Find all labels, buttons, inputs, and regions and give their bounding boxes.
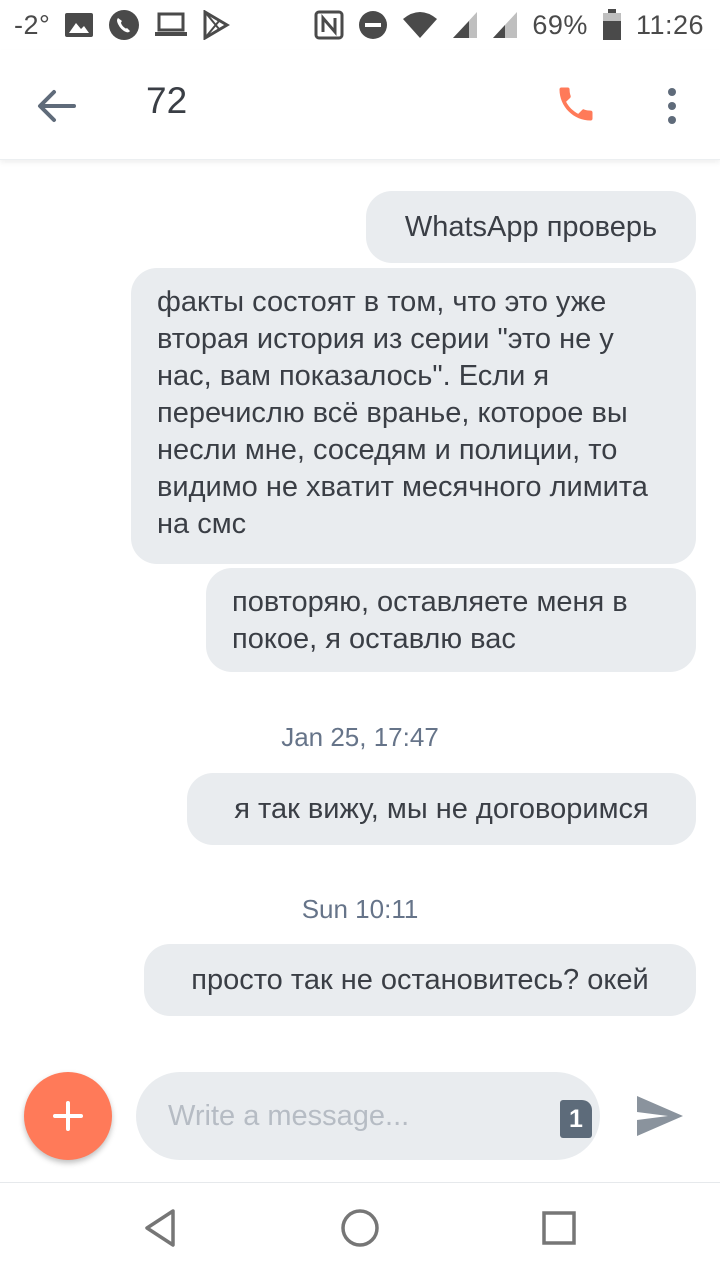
message-text: WhatsApp проверь [404, 211, 658, 243]
sim-icon: 1 [569, 1104, 583, 1133]
message-bubble[interactable]: повторяю, оставляете меня в покое, я ост… [206, 568, 696, 672]
message-input[interactable] [168, 1094, 548, 1138]
back-button[interactable] [34, 84, 78, 128]
do-not-disturb-icon [358, 10, 388, 40]
wifi-icon [402, 11, 438, 39]
nav-recents-button[interactable] [534, 1203, 584, 1253]
message-bubble[interactable]: WhatsApp проверь [366, 191, 696, 263]
nav-home-button[interactable] [335, 1203, 385, 1253]
status-bar-left: -2° [14, 9, 231, 41]
status-bar: -2° 69% 11:26 [0, 0, 720, 50]
message-timestamp: Sun 10:11 [301, 894, 419, 924]
message-bubble[interactable]: я так вижу, мы не договоримся [187, 773, 696, 845]
nfc-icon [314, 10, 344, 40]
plus-icon [53, 1101, 83, 1131]
phone-call-icon [108, 9, 140, 41]
clock-text: 11:26 [635, 9, 704, 40]
send-button[interactable] [634, 1092, 686, 1140]
message-bubble[interactable]: просто так не остановитесь? окей [144, 944, 696, 1016]
nav-back-button[interactable] [136, 1203, 186, 1253]
app-bar: 72 [0, 50, 720, 160]
signal-icon [452, 11, 478, 39]
phone-icon [559, 87, 593, 121]
play-store-icon [202, 10, 231, 40]
back-triangle-icon [145, 1209, 175, 1247]
message-text: просто так не остановитесь? окей [191, 964, 649, 996]
battery-icon [602, 9, 622, 41]
attach-button[interactable] [24, 1072, 112, 1160]
laptop-icon [154, 12, 188, 38]
call-button[interactable] [554, 82, 598, 126]
system-nav-bar [0, 1182, 720, 1280]
message-bubble[interactable]: факты состоят в том, что это уже вторая … [131, 268, 696, 564]
arrow-back-icon [38, 90, 76, 122]
send-icon [637, 1096, 683, 1136]
home-circle-icon [341, 1209, 379, 1247]
message-text: повторяю, оставляете меня в покое, я ост… [232, 586, 628, 655]
recents-square-icon [542, 1211, 576, 1245]
message-text: факты состоят в том, что это уже вторая … [157, 286, 648, 540]
message-composer: 1 [136, 1072, 600, 1160]
more-vert-icon [668, 88, 676, 96]
message-text: я так вижу, мы не договоримся [234, 793, 649, 825]
message-timestamp: Jan 25, 17:47 [281, 722, 439, 752]
battery-percent-text: 69% [532, 9, 588, 40]
image-icon [64, 12, 94, 38]
signal-icon [492, 11, 518, 39]
status-bar-right: 69% 11:26 [314, 9, 704, 41]
conversation-title: 72 [146, 80, 188, 121]
temperature-text: -2° [14, 9, 51, 40]
sim-selector-button[interactable]: 1 [560, 1100, 592, 1138]
more-options-button[interactable] [656, 84, 688, 128]
